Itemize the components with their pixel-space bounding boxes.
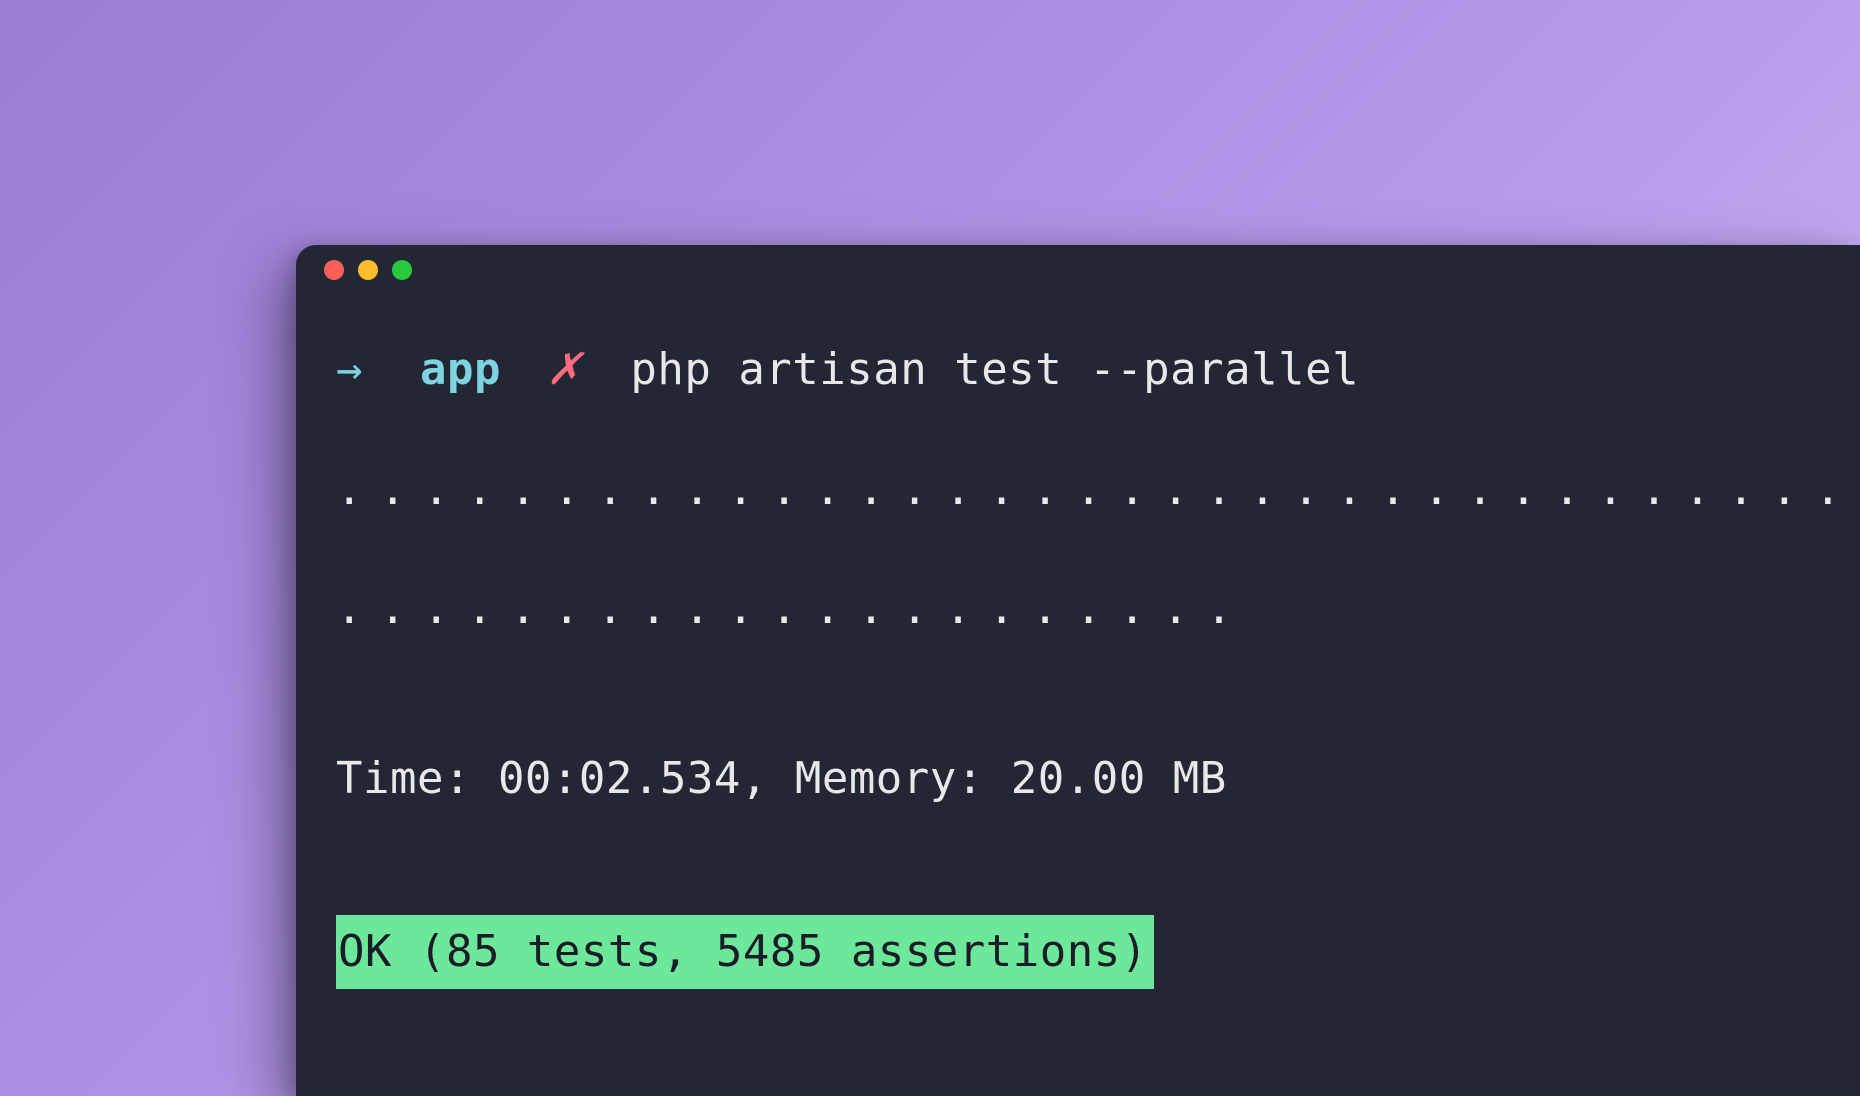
stats-line: Time: 00:02.534, Memory: 20.00 MB bbox=[336, 744, 1820, 814]
minimize-button[interactable] bbox=[358, 260, 378, 280]
prompt-cwd: app bbox=[420, 344, 501, 395]
terminal-window: → app ✗ php artisan test --parallel ....… bbox=[296, 245, 1860, 1096]
result-badge: OK (85 tests, 5485 assertions) bbox=[336, 915, 1154, 989]
titlebar bbox=[296, 245, 1860, 295]
progress-dots-line-2: ..................... bbox=[336, 574, 1820, 644]
terminal-content[interactable]: → app ✗ php artisan test --parallel ....… bbox=[296, 295, 1860, 989]
progress-dots-line-1: ........................................… bbox=[336, 455, 1820, 525]
maximize-button[interactable] bbox=[392, 260, 412, 280]
prompt-git-status-icon: ✗ bbox=[546, 344, 583, 395]
close-button[interactable] bbox=[324, 260, 344, 280]
result-line: OK (85 tests, 5485 assertions) bbox=[336, 915, 1154, 989]
prompt-arrow-icon: → bbox=[336, 344, 363, 395]
prompt-command: php artisan test --parallel bbox=[630, 344, 1359, 395]
prompt-line: → app ✗ php artisan test --parallel bbox=[336, 335, 1820, 405]
